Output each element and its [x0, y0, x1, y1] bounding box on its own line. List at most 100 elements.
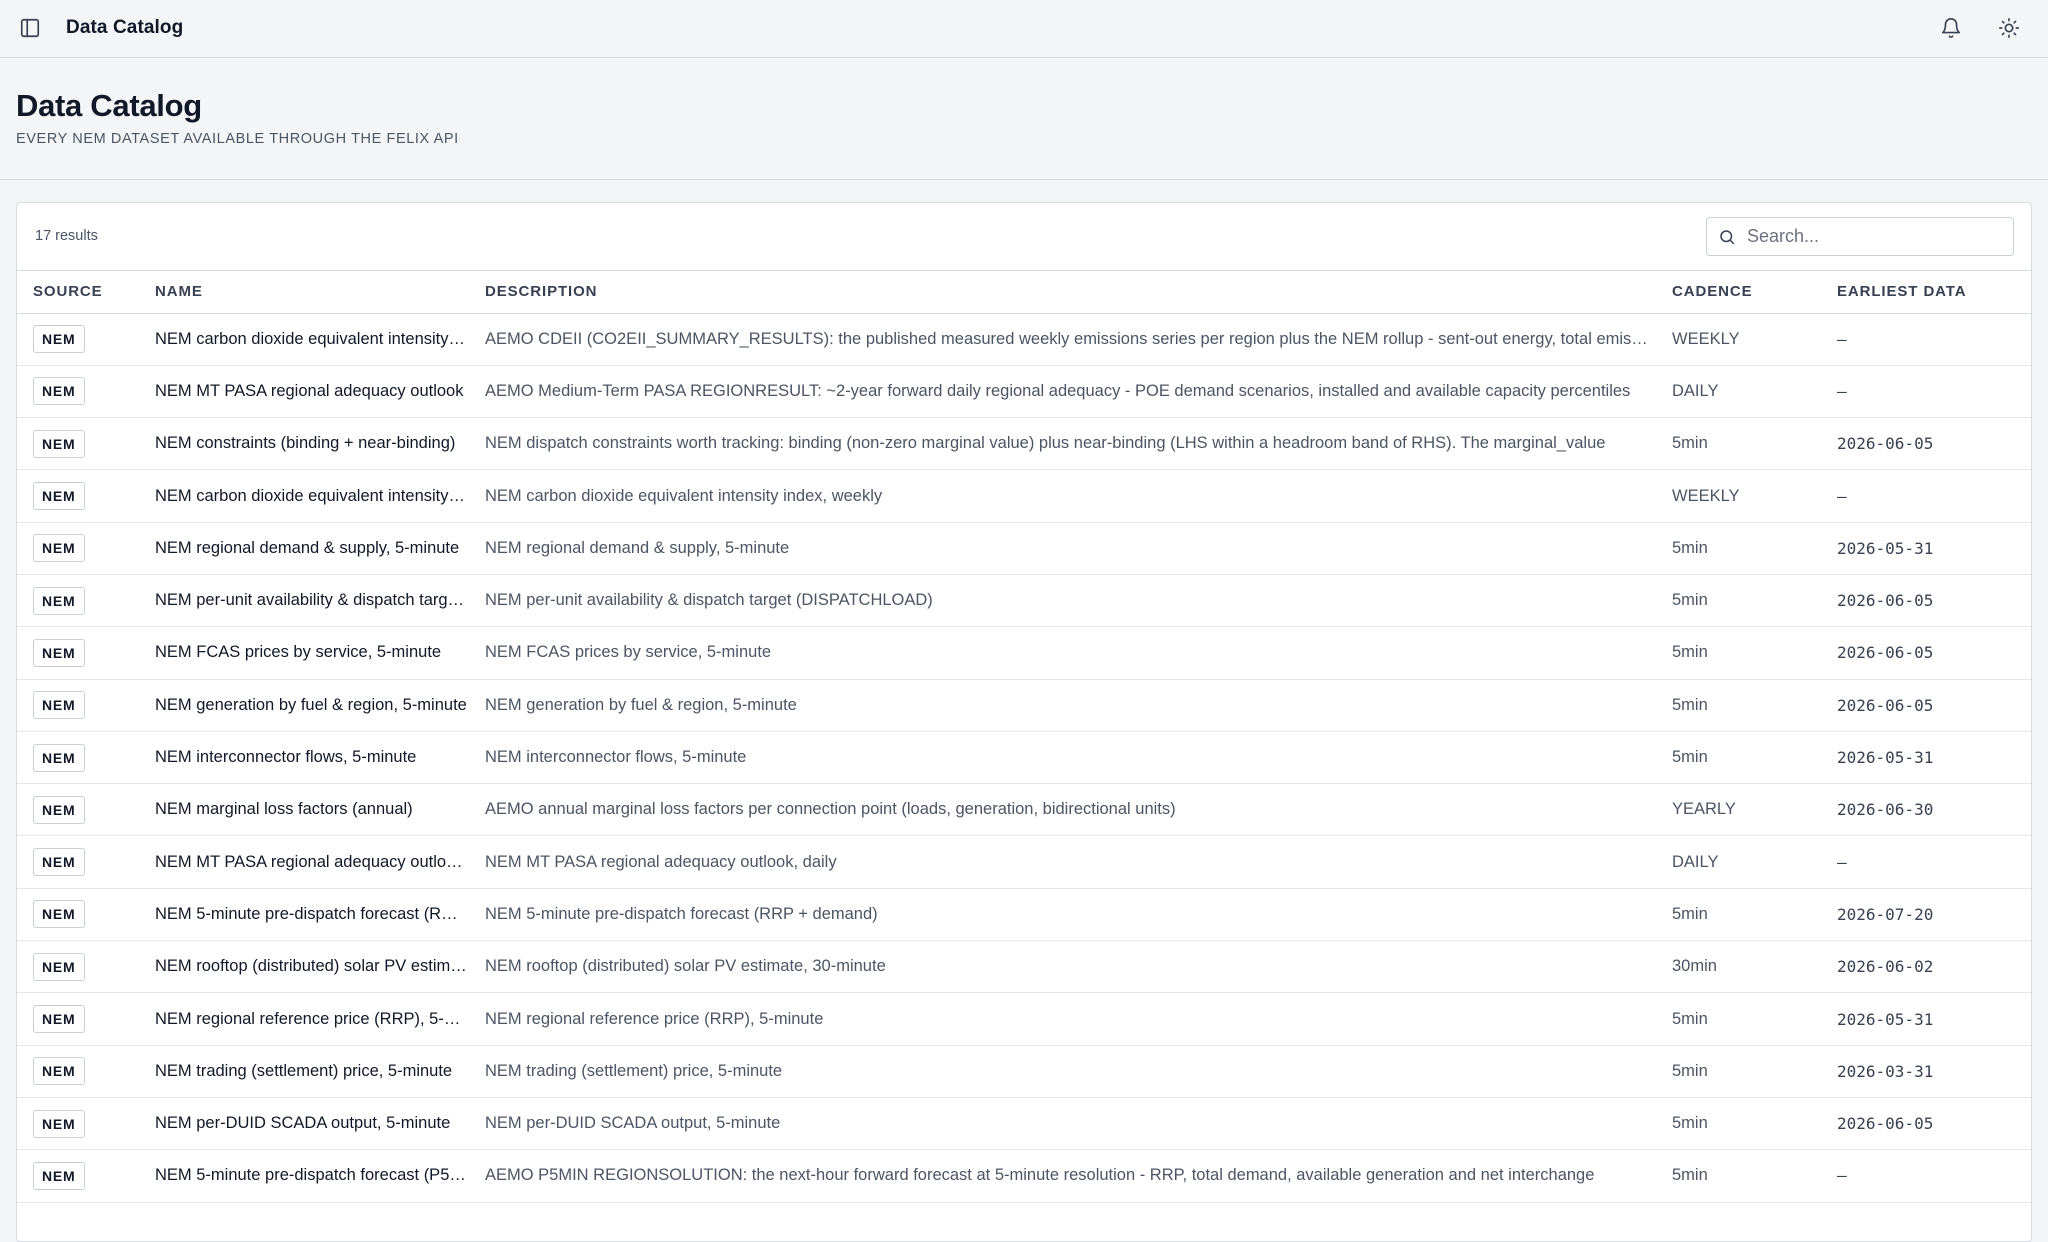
dataset-earliest-data: 2026-06-05 — [1837, 574, 2031, 628]
table-row[interactable]: NEM NEM FCAS prices by service, 5-minute N… — [17, 626, 2031, 680]
dataset-cadence: YEARLY — [1672, 783, 1837, 837]
source-badge: NEM — [33, 482, 85, 511]
sun-icon — [1999, 18, 2019, 38]
source-cell: NEM — [17, 835, 155, 889]
table-row[interactable]: NEM NEM regional reference price (RRP), 5… — [17, 992, 2031, 1046]
dataset-name[interactable]: NEM 5-minute pre-dispatch forecast (RRP … — [155, 888, 485, 942]
dataset-cadence: 5min — [1672, 574, 1837, 628]
source-cell: NEM — [17, 731, 155, 785]
table-row[interactable]: NEM NEM marginal loss factors (annual) AEM… — [17, 783, 2031, 837]
table-row[interactable]: NEM NEM MT PASA regional adequacy outlook… — [17, 365, 2031, 419]
dataset-name[interactable]: NEM 5-minute pre-dispatch forecast (P5MI… — [155, 1149, 485, 1203]
dataset-name[interactable]: NEM carbon dioxide equivalent intensity … — [155, 469, 485, 523]
notifications-button[interactable] — [1934, 11, 1968, 45]
table-row[interactable]: NEM NEM constraints (binding + near-bindi… — [17, 417, 2031, 471]
dataset-cadence: 5min — [1672, 731, 1837, 785]
dataset-name[interactable]: NEM trading (settlement) price, 5-minute — [155, 1045, 485, 1098]
dataset-description: NEM regional reference price (RRP), 5-mi… — [485, 992, 1672, 1046]
table-row[interactable]: NEM NEM 5-minute pre-dispatch forecast (P… — [17, 1149, 2031, 1203]
column-header-name[interactable]: NAME — [155, 271, 485, 314]
catalog-card: 17 results SOURCE NAME DESCRIPTION CADEN… — [16, 202, 2032, 1242]
search-icon — [1707, 228, 1747, 246]
dataset-cadence: 5min — [1672, 679, 1837, 732]
table-row[interactable]: NEM NEM 5-minute pre-dispatch forecast (R… — [17, 888, 2031, 942]
table-row[interactable]: NEM NEM generation by fuel & region, 5-mi… — [17, 679, 2031, 732]
source-cell: NEM — [17, 522, 155, 575]
table-row[interactable]: NEM NEM rooftop (distributed) solar PV es… — [17, 940, 2031, 994]
dataset-name[interactable]: NEM per-unit availability & dispatch tar… — [155, 574, 485, 628]
dataset-cadence: 5min — [1672, 1097, 1837, 1151]
column-header-description[interactable]: DESCRIPTION — [485, 271, 1672, 314]
dataset-earliest-data: – — [1837, 835, 2031, 889]
app-title: Data Catalog — [66, 17, 184, 38]
source-badge: NEM — [33, 1161, 85, 1190]
column-header-earliest-data[interactable]: EARLIEST DATA — [1837, 271, 2031, 314]
dataset-name[interactable]: NEM MT PASA regional adequacy outlook — [155, 365, 485, 419]
source-badge: NEM — [33, 952, 85, 981]
search-box[interactable] — [1706, 217, 2014, 256]
column-header-source[interactable]: SOURCE — [17, 271, 155, 314]
source-cell: NEM — [17, 992, 155, 1046]
dataset-cadence: 5min — [1672, 992, 1837, 1046]
dataset-name[interactable]: NEM per-DUID SCADA output, 5-minute — [155, 1097, 485, 1151]
dataset-earliest-data: 2026-06-02 — [1837, 940, 2031, 994]
sidebar-toggle-button[interactable] — [13, 11, 47, 45]
source-badge: NEM — [33, 1057, 85, 1086]
dataset-cadence: WEEKLY — [1672, 313, 1837, 366]
dataset-description: NEM trading (settlement) price, 5-minute — [485, 1045, 1672, 1098]
source-cell: NEM — [17, 679, 155, 732]
source-badge: NEM — [33, 848, 85, 877]
table-row[interactable]: NEM NEM interconnector flows, 5-minute NEM… — [17, 731, 2031, 785]
table-row[interactable]: NEM NEM carbon dioxide equivalent intensi… — [17, 313, 2031, 366]
dataset-name[interactable]: NEM regional demand & supply, 5-minute — [155, 522, 485, 575]
table-row[interactable]: NEM NEM per-DUID SCADA output, 5-minute NE… — [17, 1097, 2031, 1151]
dataset-name[interactable]: NEM generation by fuel & region, 5-minut… — [155, 679, 485, 732]
theme-toggle-button[interactable] — [1992, 11, 2026, 45]
table-row[interactable]: NEM NEM carbon dioxide equivalent intensi… — [17, 469, 2031, 523]
dataset-cadence: DAILY — [1672, 835, 1837, 889]
dataset-description: NEM 5-minute pre-dispatch forecast (RRP … — [485, 888, 1672, 942]
table-row[interactable]: NEM NEM MT PASA regional adequacy outlook… — [17, 835, 2031, 889]
source-badge: NEM — [33, 795, 85, 824]
dataset-cadence: 5min — [1672, 626, 1837, 680]
dataset-name[interactable]: NEM carbon dioxide equivalent intensity … — [155, 313, 485, 366]
dataset-cadence: WEEKLY — [1672, 469, 1837, 523]
dataset-description: AEMO annual marginal loss factors per co… — [485, 783, 1672, 837]
dataset-cadence: 5min — [1672, 1045, 1837, 1098]
dataset-cadence: 5min — [1672, 522, 1837, 575]
source-cell: NEM — [17, 888, 155, 942]
dataset-earliest-data: 2026-06-05 — [1837, 1097, 2031, 1151]
page-header: Data Catalog EVERY NEM DATASET AVAILABLE… — [0, 58, 2048, 180]
dataset-earliest-data: 2026-05-31 — [1837, 522, 2031, 575]
table-row[interactable]: NEM NEM trading (settlement) price, 5-min… — [17, 1045, 2031, 1098]
dataset-earliest-data: 2026-06-05 — [1837, 626, 2031, 680]
table-row[interactable]: NEM NEM per-unit availability & dispatch … — [17, 574, 2031, 628]
dataset-name[interactable]: NEM interconnector flows, 5-minute — [155, 731, 485, 785]
dataset-earliest-data: 2026-05-31 — [1837, 731, 2031, 785]
dataset-name[interactable]: NEM rooftop (distributed) solar PV estim… — [155, 940, 485, 994]
dataset-description: NEM generation by fuel & region, 5-minut… — [485, 679, 1672, 732]
dataset-description: NEM FCAS prices by service, 5-minute — [485, 626, 1672, 680]
dataset-name[interactable]: NEM regional reference price (RRP), 5-mi… — [155, 992, 485, 1046]
dataset-earliest-data: 2026-06-30 — [1837, 783, 2031, 837]
result-count: 17 results — [35, 228, 98, 244]
dataset-description: NEM rooftop (distributed) solar PV estim… — [485, 940, 1672, 994]
dataset-earliest-data: – — [1837, 313, 2031, 366]
top-bar: Data Catalog — [0, 0, 2048, 58]
source-cell: NEM — [17, 783, 155, 837]
source-badge: NEM — [33, 325, 85, 354]
source-badge: NEM — [33, 638, 85, 667]
column-header-cadence[interactable]: CADENCE — [1672, 271, 1837, 314]
bell-icon — [1941, 18, 1961, 38]
search-input[interactable] — [1747, 218, 2013, 255]
dataset-cadence: 5min — [1672, 417, 1837, 471]
dataset-name[interactable]: NEM FCAS prices by service, 5-minute — [155, 626, 485, 680]
dataset-name[interactable]: NEM MT PASA regional adequacy outlook, d… — [155, 835, 485, 889]
dataset-name[interactable]: NEM marginal loss factors (annual) — [155, 783, 485, 837]
source-cell: NEM — [17, 1045, 155, 1098]
dataset-name[interactable]: NEM constraints (binding + near-binding) — [155, 417, 485, 471]
table-row[interactable]: NEM NEM regional demand & supply, 5-minut… — [17, 522, 2031, 575]
table-toolbar: 17 results — [17, 203, 2031, 271]
dataset-earliest-data: 2026-03-31 — [1837, 1045, 2031, 1098]
source-badge: NEM — [33, 534, 85, 563]
